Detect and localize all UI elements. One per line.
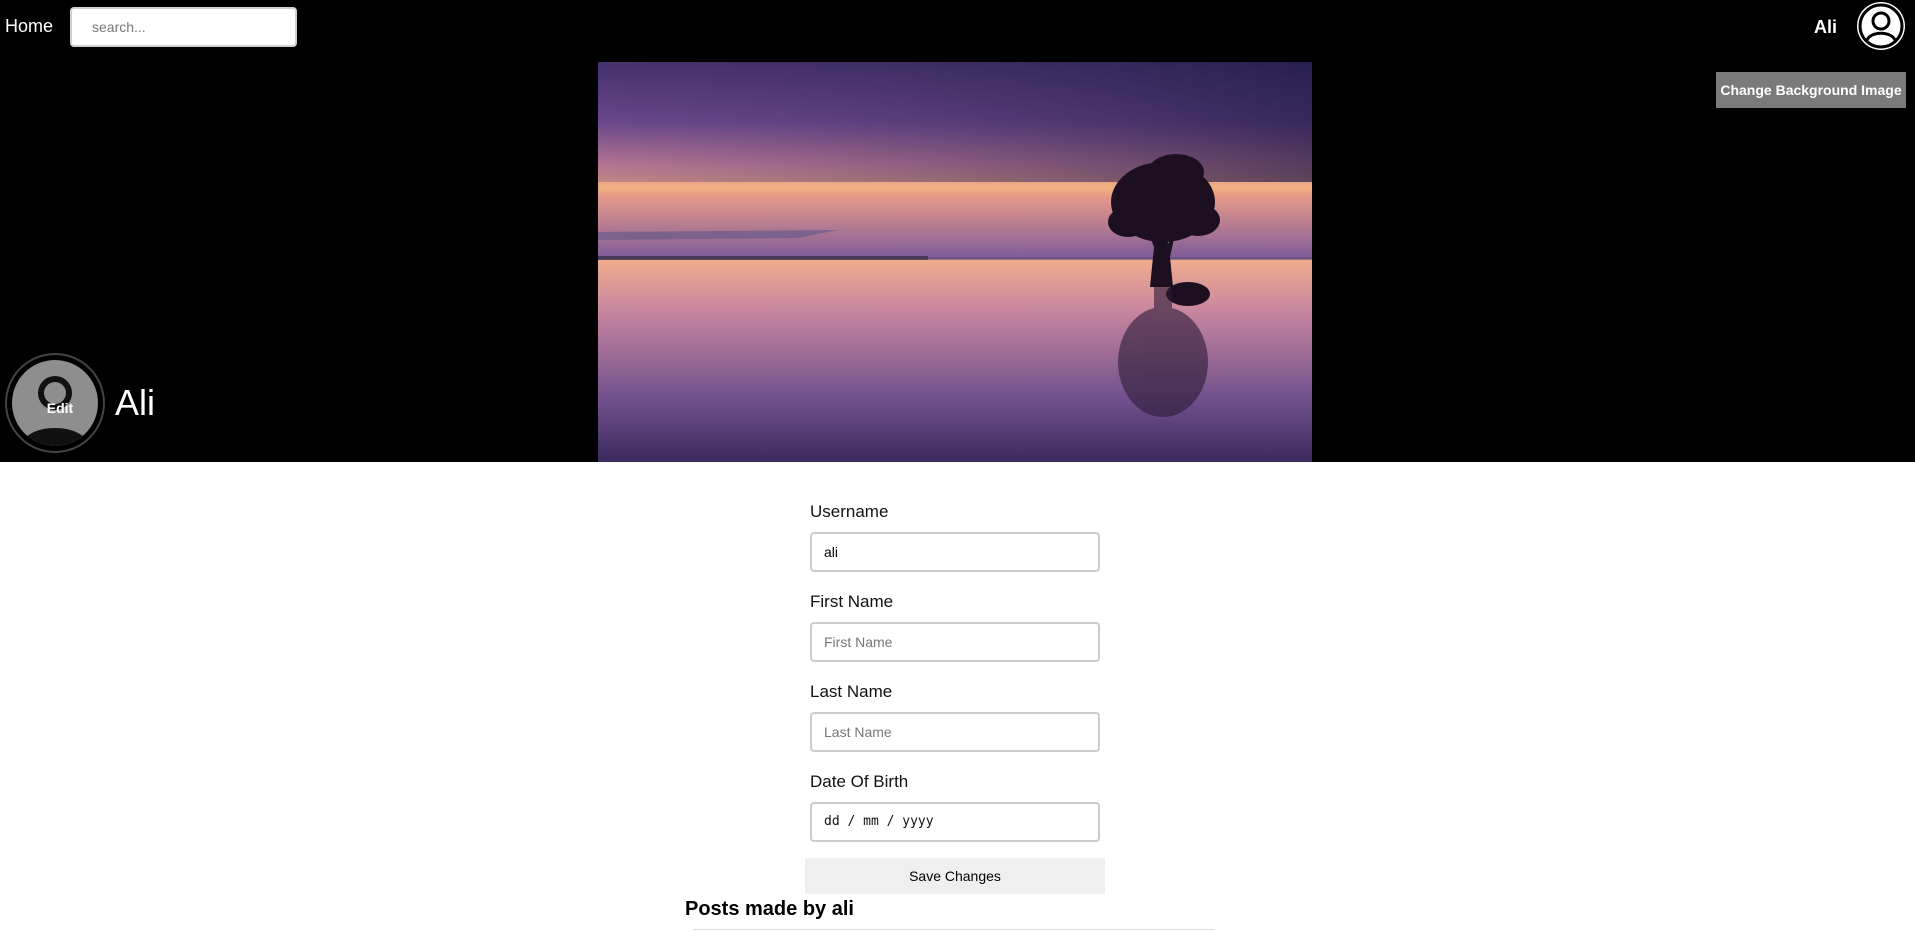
- home-link[interactable]: Home: [5, 16, 53, 37]
- profile-picture[interactable]: Edit: [5, 353, 105, 453]
- change-background-button[interactable]: Change Background Image: [1716, 72, 1906, 108]
- username-label: Username: [810, 502, 889, 521]
- current-user-name[interactable]: Ali: [1814, 17, 1837, 38]
- edit-profile-picture-label[interactable]: Edit: [12, 400, 98, 416]
- search-input[interactable]: [70, 7, 297, 47]
- username-input[interactable]: [810, 532, 1100, 572]
- first-name-label: First Name: [810, 592, 894, 611]
- save-changes-button[interactable]: Save Changes: [805, 858, 1105, 894]
- first-name-input[interactable]: [810, 622, 1100, 662]
- user-avatar[interactable]: [1857, 2, 1905, 50]
- posts-heading: Posts made by ali: [685, 898, 854, 920]
- posts-divider: [693, 929, 1215, 930]
- dob-label: Date Of Birth: [810, 772, 909, 791]
- cover-image: [598, 62, 1312, 462]
- profile-name: Ali: [115, 382, 156, 423]
- dob-input[interactable]: dd / mm / yyyy: [810, 802, 1100, 842]
- profile-header: Home Ali Change Background Image: [0, 0, 1915, 462]
- user-circle-icon: [1858, 3, 1904, 49]
- last-name-label: Last Name: [810, 682, 893, 701]
- last-name-input[interactable]: [810, 712, 1100, 752]
